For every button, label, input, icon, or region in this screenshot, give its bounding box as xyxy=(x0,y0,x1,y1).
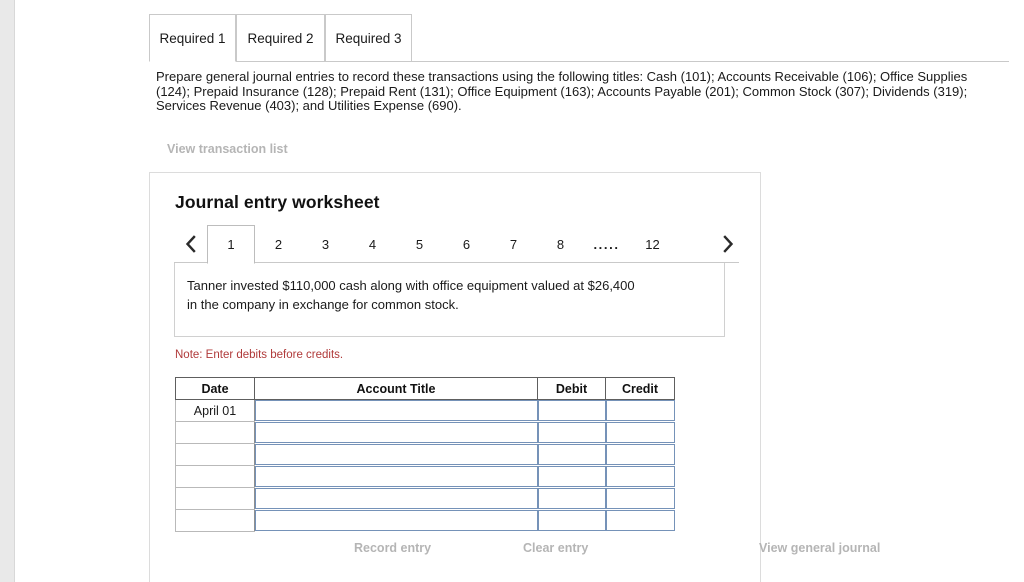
journal-debit-cell xyxy=(537,399,606,422)
worksheet-footer: Record entry Clear entry View general jo… xyxy=(175,541,880,571)
tab-required-1[interactable]: Required 1 xyxy=(149,14,236,62)
journal-date-cell[interactable]: April 01 xyxy=(175,399,255,422)
journal-debit-cell xyxy=(537,443,606,466)
debits-before-credits-note: Note: Enter debits before credits. xyxy=(175,349,344,361)
journal-debit-input[interactable] xyxy=(537,510,606,531)
pager-page-3[interactable]: 3 xyxy=(302,225,349,263)
journal-debit-cell xyxy=(537,487,606,510)
journal-account-title-input[interactable] xyxy=(255,466,538,487)
journal-account-title-cell xyxy=(254,399,538,422)
journal-credit-cell xyxy=(605,465,675,488)
pager-page-4[interactable]: 4 xyxy=(349,225,396,263)
journal-account-title-cell xyxy=(254,421,538,444)
table-row xyxy=(175,443,675,466)
tab-required-2[interactable]: Required 2 xyxy=(236,14,325,62)
journal-debit-cell xyxy=(537,509,606,532)
journal-account-title-cell xyxy=(254,443,538,466)
pager-page-7[interactable]: 7 xyxy=(490,225,537,263)
journal-debit-cell xyxy=(537,465,606,488)
journal-account-title-cell xyxy=(254,487,538,510)
worksheet-title: Journal entry worksheet xyxy=(175,192,380,212)
journal-credit-cell xyxy=(605,443,675,466)
chevron-left-icon[interactable] xyxy=(179,229,201,259)
table-row: April 01 xyxy=(175,399,675,422)
worksheet-pager: 1 2 3 4 5 6 7 8..... 12 xyxy=(174,225,739,264)
page-gutter-divider xyxy=(14,0,15,582)
journal-debit-input[interactable] xyxy=(537,400,606,422)
table-row xyxy=(175,509,675,532)
chevron-right-icon[interactable] xyxy=(717,229,739,259)
pager-ellipsis: ..... xyxy=(593,236,620,252)
journal-debit-input[interactable] xyxy=(537,466,606,487)
journal-credit-input[interactable] xyxy=(605,444,675,465)
journal-credit-input[interactable] xyxy=(605,488,675,509)
journal-account-title-cell xyxy=(254,465,538,488)
table-row xyxy=(175,421,675,444)
required-tabs: Required 1 Required 2 Required 3 xyxy=(149,14,1009,62)
journal-credit-cell xyxy=(605,399,675,422)
journal-account-title-input[interactable] xyxy=(255,422,538,443)
table-row xyxy=(175,465,675,488)
journal-credit-cell xyxy=(605,509,675,532)
journal-credit-input[interactable] xyxy=(605,510,675,531)
pager-page-8[interactable]: 8 xyxy=(537,225,584,263)
page-left-gutter xyxy=(0,0,14,582)
journal-credit-input[interactable] xyxy=(605,422,675,443)
journal-credit-input[interactable] xyxy=(605,400,675,422)
journal-entry-table: Date Account Title Debit Credit April 01 xyxy=(175,377,675,532)
pager-page-12[interactable]: 12 xyxy=(629,225,676,263)
journal-date-cell[interactable] xyxy=(175,509,255,532)
record-entry-button[interactable]: Record entry xyxy=(354,541,431,555)
column-header-account-title: Account Title xyxy=(254,377,538,400)
journal-date-cell[interactable] xyxy=(175,421,255,444)
instructions-text: Prepare general journal entries to recor… xyxy=(156,69,968,114)
table-header-row: Date Account Title Debit Credit xyxy=(175,377,675,400)
pager-page-6[interactable]: 6 xyxy=(443,225,490,263)
pager-page-1[interactable]: 1 xyxy=(207,225,255,264)
journal-account-title-input[interactable] xyxy=(255,488,538,509)
journal-debit-cell xyxy=(537,421,606,444)
column-header-date: Date xyxy=(175,377,255,400)
clear-entry-button[interactable]: Clear entry xyxy=(523,541,588,555)
journal-date-cell[interactable] xyxy=(175,487,255,510)
journal-date-cell[interactable] xyxy=(175,465,255,488)
pager-page-2[interactable]: 2 xyxy=(255,225,302,263)
view-general-journal-button[interactable]: View general journal xyxy=(759,541,880,555)
column-header-credit: Credit xyxy=(605,377,675,400)
table-row xyxy=(175,487,675,510)
journal-account-title-input[interactable] xyxy=(255,400,538,422)
tab-required-3[interactable]: Required 3 xyxy=(325,14,412,62)
journal-account-title-input[interactable] xyxy=(255,444,538,465)
journal-credit-cell xyxy=(605,487,675,510)
transaction-description-text: Tanner invested $110,000 cash along with… xyxy=(187,276,707,314)
journal-account-title-input[interactable] xyxy=(255,510,538,531)
journal-credit-cell xyxy=(605,421,675,444)
journal-account-title-cell xyxy=(254,509,538,532)
column-header-debit: Debit xyxy=(537,377,606,400)
journal-credit-input[interactable] xyxy=(605,466,675,487)
pager-page-5[interactable]: 5 xyxy=(396,225,443,263)
journal-date-cell[interactable] xyxy=(175,443,255,466)
journal-entry-worksheet-panel: Journal entry worksheet 1 2 3 4 5 6 7 8..... 12 … xyxy=(149,172,880,582)
transaction-line-2: in the company in exchange for common st… xyxy=(187,297,459,312)
transaction-line-1: Tanner invested $110,000 cash along with… xyxy=(187,278,635,293)
journal-debit-input[interactable] xyxy=(537,444,606,465)
journal-debit-input[interactable] xyxy=(537,422,606,443)
transaction-description-box: Tanner invested $110,000 cash along with… xyxy=(174,263,725,337)
journal-debit-input[interactable] xyxy=(537,488,606,509)
view-transaction-list-link[interactable]: View transaction list xyxy=(167,142,288,156)
